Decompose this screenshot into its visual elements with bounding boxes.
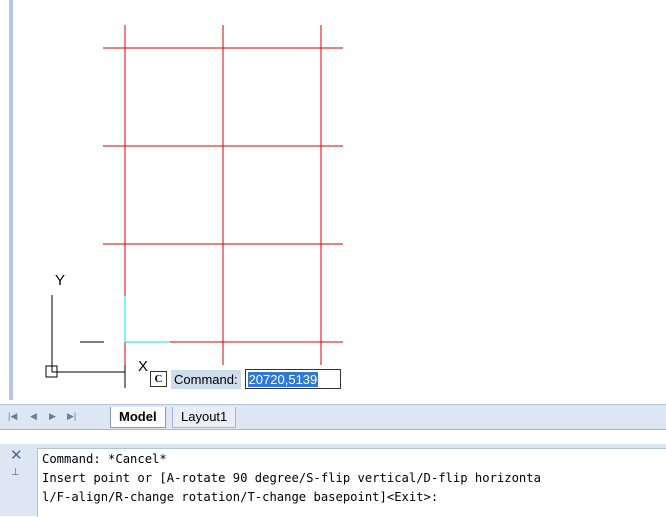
tab-layout1[interactable]: Layout1 (172, 407, 237, 428)
command-line: Insert point or [A-rotate 90 degree/S-fl… (42, 471, 541, 485)
ucs-icon: Y X (45, 272, 148, 378)
ucs-y-label: Y (55, 272, 65, 289)
last-tab-icon[interactable]: ▶| (67, 411, 76, 422)
coordinate-value: 20720,5139 (247, 371, 319, 387)
first-tab-icon[interactable]: |◀ (8, 411, 17, 422)
command-line: l/F-align/R-change rotation/T-change bas… (42, 490, 439, 504)
ucs-x-label: X (138, 358, 148, 375)
prev-tab-icon[interactable]: ◀ (30, 411, 37, 422)
coordinate-input[interactable]: 20720,5139 (244, 369, 341, 389)
command-badge-icon: C (150, 371, 167, 387)
command-label: Command: (171, 369, 241, 389)
command-history[interactable]: Command: *Cancel* Insert point or [A-rot… (37, 448, 666, 517)
layout-tab-bar: |◀ ◀ ▶ ▶| Model Layout1 (0, 404, 666, 430)
tab-model[interactable]: Model (110, 407, 166, 428)
close-icon[interactable]: ✕ (10, 446, 23, 464)
next-tab-icon[interactable]: ▶ (49, 411, 56, 422)
red-grid (103, 25, 343, 365)
pin-icon[interactable]: ⊥ (11, 467, 20, 478)
command-line: Command: *Cancel* (42, 452, 167, 466)
dynamic-input-tooltip: C Command: 20720,5139 (150, 368, 341, 390)
model-space-canvas[interactable]: Y X (0, 0, 666, 404)
